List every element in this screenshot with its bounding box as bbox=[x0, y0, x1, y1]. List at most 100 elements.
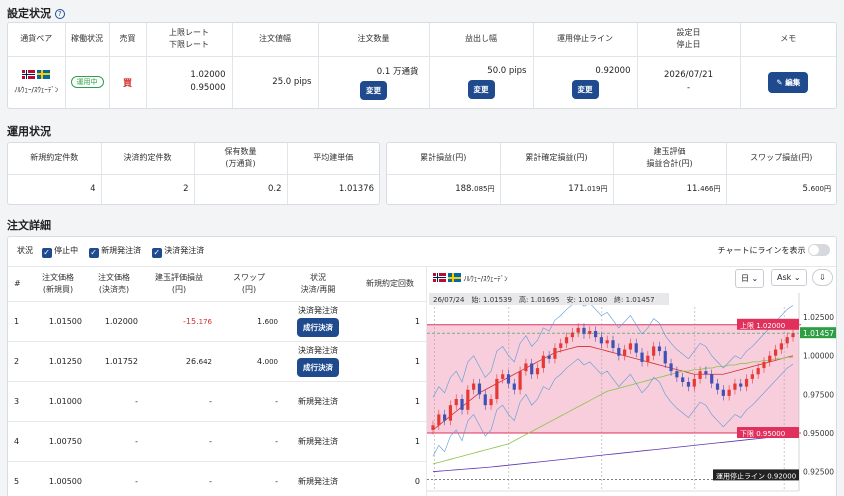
candle-body bbox=[466, 389, 470, 410]
candle-body bbox=[448, 405, 453, 421]
col-close-price: 注文価格 (決済売) bbox=[86, 267, 142, 302]
current-price-tag: 1.01457 bbox=[800, 327, 836, 339]
edit-memo-button[interactable]: ✎ 編集 bbox=[768, 71, 809, 93]
price-chart[interactable]: 1.025001.000000.975000.950000.92500904/1… bbox=[427, 293, 837, 496]
candle-body bbox=[721, 389, 725, 396]
candle-body bbox=[472, 383, 476, 390]
candle-body bbox=[681, 377, 685, 382]
candle-body bbox=[698, 371, 702, 379]
col-width: 注文値幅 bbox=[232, 23, 319, 56]
ohlc-info: 26/07/24 始: 1.01539 高: 1.01695 安: 1.0108… bbox=[429, 293, 669, 305]
operation-title: 運用状況 bbox=[7, 125, 51, 138]
candle-body bbox=[628, 343, 633, 350]
col-count: 新規約定回数 bbox=[354, 267, 426, 302]
filter-label: 状況 bbox=[17, 246, 33, 255]
candle-body bbox=[704, 371, 708, 375]
edit-icon: ✎ bbox=[776, 77, 786, 87]
change-stop-button[interactable]: 変更 bbox=[571, 79, 599, 99]
operation-right-card: 累計損益(円) 累計確定損益(円) 建玉評価 損益合計(円) スワップ損益(円) … bbox=[386, 142, 837, 205]
checkbox-checked-icon: ✓ bbox=[88, 248, 99, 258]
candle-body bbox=[454, 399, 458, 406]
candle-body bbox=[791, 333, 795, 338]
col-pair: 通貨ペア bbox=[8, 23, 66, 56]
filter-stopped[interactable]: ✓ 停止中 bbox=[41, 246, 78, 258]
stop-line: 0.92000 bbox=[595, 65, 631, 76]
candle-body bbox=[576, 327, 580, 333]
chart-line-toggle[interactable] bbox=[808, 244, 830, 256]
norway-flag-icon bbox=[22, 69, 36, 79]
candle-body bbox=[756, 368, 760, 375]
candle-body bbox=[634, 343, 638, 353]
col-rate: 上限レート 下限レート bbox=[146, 23, 233, 56]
candle-body bbox=[535, 368, 540, 375]
swap-pnl-header: スワップ損益(円) bbox=[726, 143, 836, 174]
norway-flag-icon bbox=[433, 273, 446, 282]
upper-rate: 1.02000 bbox=[190, 70, 226, 81]
candle-body bbox=[727, 389, 731, 396]
avg-price-header: 平均建単価 bbox=[287, 143, 379, 174]
avg-price-value: 1.01376 bbox=[338, 184, 374, 195]
candle-body bbox=[524, 363, 528, 372]
candle-body bbox=[739, 383, 743, 387]
side-value: 買 bbox=[109, 56, 147, 108]
candle-body bbox=[530, 363, 534, 375]
close-count-header: 決済約定件数 bbox=[101, 143, 195, 174]
total-pnl-header: 累計損益(円) bbox=[387, 143, 501, 174]
close-count-value: 2 bbox=[101, 174, 195, 204]
col-open-price: 注文価格 (新規買) bbox=[30, 267, 86, 302]
order-table: # 注文価格 (新規買) 注文価格 (決済売) 建玉評価損益 (円) スワップ (円) … bbox=[8, 267, 426, 496]
candle-body bbox=[611, 340, 615, 348]
candle-body bbox=[779, 343, 783, 350]
col-memo: メモ bbox=[740, 23, 836, 56]
ohlc-text: 26/07/24 始: 1.01539 高: 1.01695 安: 1.0108… bbox=[433, 295, 655, 304]
price-type-select[interactable]: Ask ⌄ bbox=[771, 269, 807, 286]
candle-body bbox=[640, 352, 644, 362]
detail-card: 状況 ✓ 停止中 ✓ 新規発注済 ✓ 決済発注済 チャートにラインを表示 # 注… bbox=[7, 236, 837, 496]
col-no: # bbox=[8, 267, 30, 302]
candle-body bbox=[710, 374, 714, 384]
col-stop: 運用停止ライン bbox=[533, 23, 638, 56]
chevron-down-icon: ⌄ bbox=[751, 274, 759, 283]
candle-body bbox=[657, 346, 662, 352]
filter-new-ordered[interactable]: ✓ 新規発注済 bbox=[88, 246, 141, 258]
y-tick-label: 1.00000 bbox=[803, 352, 834, 361]
sweden-flag-icon bbox=[37, 69, 51, 79]
help-icon[interactable]: ? bbox=[54, 9, 65, 19]
candle-body bbox=[768, 355, 772, 362]
market-close-button[interactable]: 成行決済 bbox=[297, 358, 339, 377]
pair-name: ﾉﾙｳｪｰ/ｽｳｪｰﾃﾞﾝ bbox=[14, 85, 59, 94]
filter-close-ordered[interactable]: ✓ 決済発注済 bbox=[151, 246, 204, 258]
col-pnl: 建玉評価損益 (円) bbox=[142, 267, 216, 302]
candle-body bbox=[744, 378, 749, 387]
candle-body bbox=[443, 414, 447, 421]
checkbox-checked-icon: ✓ bbox=[151, 248, 162, 258]
realized-pnl-header: 累計確定損益(円) bbox=[500, 143, 614, 174]
download-button[interactable]: ⇩ bbox=[812, 269, 833, 286]
toggle-label: チャートにラインを表示 bbox=[717, 246, 806, 255]
lower-tag: 下限 0.95000 bbox=[737, 427, 799, 439]
detail-title: 注文詳細 bbox=[7, 219, 51, 232]
chart-pair: ﾉﾙｳｪｰ/ｽｳｪｰﾃﾞﾝ bbox=[433, 273, 508, 284]
candle-body bbox=[483, 394, 487, 406]
pair-cell: ﾉﾙｳｪｰ/ｽｳｪｰﾃﾞﾝ bbox=[8, 56, 66, 108]
candle-body bbox=[559, 343, 563, 348]
candle-body bbox=[750, 374, 754, 379]
swap-pnl-value: 5.600円 bbox=[802, 184, 832, 195]
candle-body bbox=[541, 355, 545, 369]
candle-body bbox=[518, 371, 522, 390]
candle-body bbox=[553, 347, 557, 359]
market-close-button[interactable]: 成行決済 bbox=[297, 318, 339, 337]
candle-body bbox=[605, 340, 609, 344]
realized-pnl-value: 171.019円 bbox=[500, 174, 614, 204]
settings-table: 通貨ペア 稼働状況 売買 上限レート 下限レート 注文値幅 注文数量 益出し幅 運… bbox=[8, 23, 836, 108]
col-side: 売買 bbox=[109, 23, 147, 56]
change-qty-button[interactable]: 変更 bbox=[360, 80, 387, 100]
candle-body bbox=[692, 378, 696, 387]
change-tp-button[interactable]: 変更 bbox=[467, 79, 495, 99]
candle-body bbox=[593, 330, 598, 338]
filter-bar: 状況 ✓ 停止中 ✓ 新規発注済 ✓ 決済発注済 bbox=[17, 245, 204, 258]
candle-body bbox=[762, 361, 766, 369]
candle-body bbox=[506, 374, 511, 384]
checkbox-checked-icon: ✓ bbox=[41, 248, 52, 258]
timeframe-select[interactable]: 日 ⌄ bbox=[735, 269, 765, 288]
